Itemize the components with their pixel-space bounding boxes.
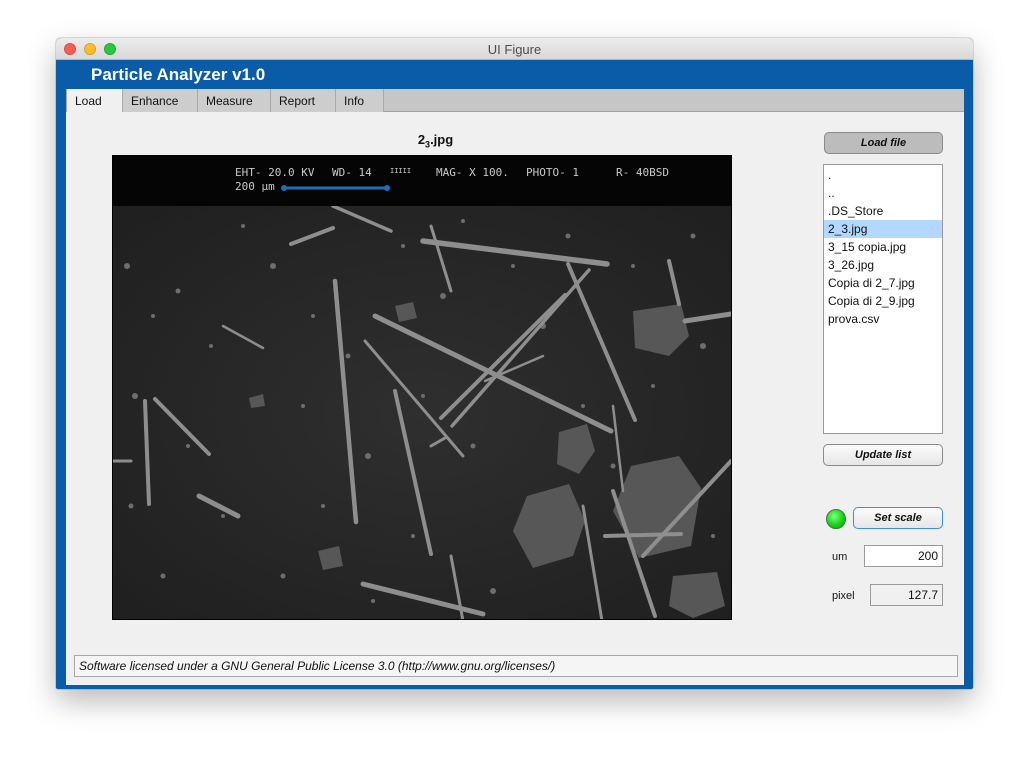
- file-item[interactable]: 3_15 copia.jpg: [824, 238, 942, 256]
- update-list-button[interactable]: Update list: [823, 444, 943, 466]
- set-scale-button[interactable]: Set scale: [853, 507, 943, 529]
- file-item[interactable]: Copia di 2_9.jpg: [824, 292, 942, 310]
- sem-scale-bar: [281, 185, 390, 191]
- sem-image-viewer: EHT- 20.0 KV WD- 14 IIIII MAG- X 100. PH…: [112, 155, 732, 620]
- file-item-selected[interactable]: 2_3.jpg: [824, 220, 942, 238]
- sem-photo-label: PHOTO- 1: [526, 166, 579, 179]
- file-item[interactable]: 3_26.jpg: [824, 256, 942, 274]
- pixel-label: pixel: [832, 590, 855, 602]
- um-field[interactable]: 200: [864, 545, 943, 567]
- scale-status-lamp: [826, 509, 846, 529]
- sem-info-bar: EHT- 20.0 KV WD- 14 IIIII MAG- X 100. PH…: [113, 156, 731, 206]
- file-list[interactable]: . .. .DS_Store 2_3.jpg 3_15 copia.jpg 3_…: [823, 164, 943, 434]
- tab-bar: Load Enhance Measure Report Info: [66, 89, 964, 113]
- load-file-button[interactable]: Load file: [824, 132, 943, 154]
- sem-wd-label: WD- 14: [332, 166, 372, 179]
- sem-scale-label: 200 µm: [235, 180, 275, 193]
- sem-micrograph: [113, 206, 731, 619]
- tab-load[interactable]: Load: [66, 89, 123, 113]
- sem-r-label: R- 40BSD: [616, 166, 669, 179]
- tab-info[interactable]: Info: [336, 89, 384, 112]
- app-title: Particle Analyzer v1.0: [91, 65, 266, 84]
- sem-eht-label: EHT- 20.0 KV: [235, 166, 315, 179]
- license-status-bar: Software licensed under a GNU General Pu…: [74, 655, 958, 677]
- um-label: um: [832, 551, 848, 563]
- sem-mag-label: MAG- X 100.: [436, 166, 509, 179]
- sem-marker: IIIII: [390, 167, 412, 175]
- load-panel: 23.jpg EHT- 20.0 KV WD- 14 IIIII MAG- X …: [66, 112, 964, 685]
- app-window: UI Figure Particle Analyzer v1.0 Load En…: [56, 38, 973, 689]
- title-bar: UI Figure: [56, 38, 973, 60]
- file-item[interactable]: .DS_Store: [824, 202, 942, 220]
- tab-enhance[interactable]: Enhance: [123, 89, 198, 112]
- file-item[interactable]: prova.csv: [824, 310, 942, 328]
- file-item[interactable]: Copia di 2_7.jpg: [824, 274, 942, 292]
- tab-measure[interactable]: Measure: [198, 89, 271, 112]
- file-item[interactable]: .: [824, 166, 942, 184]
- pixel-field: 127.7: [870, 584, 943, 606]
- image-title: 23.jpg: [417, 132, 454, 150]
- tab-report[interactable]: Report: [271, 89, 336, 112]
- window-title: UI Figure: [487, 42, 542, 57]
- file-item[interactable]: ..: [824, 184, 942, 202]
